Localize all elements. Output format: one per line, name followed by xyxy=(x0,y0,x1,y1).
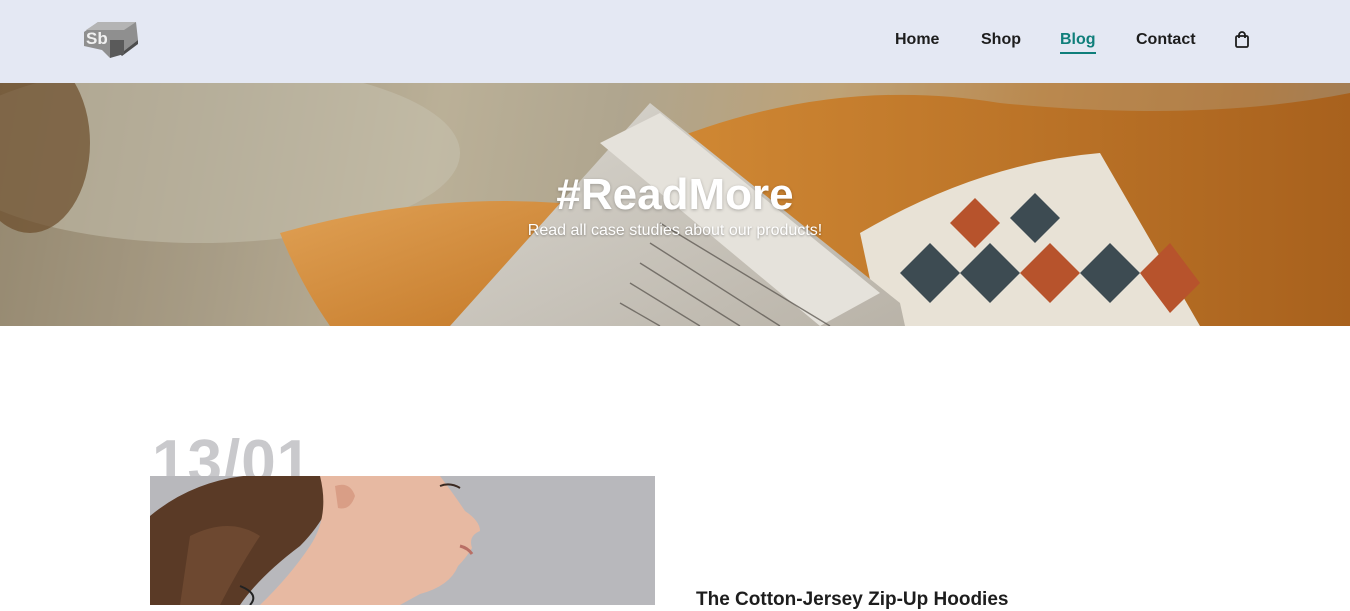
nav-blog-label: Blog xyxy=(1060,31,1096,48)
hero-title: #ReadMore xyxy=(556,170,794,219)
nav-contact[interactable]: Contact xyxy=(1136,31,1196,49)
nav-shop[interactable]: Shop xyxy=(981,31,1021,49)
post-photo xyxy=(150,476,655,605)
nav-home[interactable]: Home xyxy=(895,31,939,49)
post-title-link[interactable]: The Cotton-Jersey Zip-Up Hoodies xyxy=(696,589,1008,611)
nav-active-underline xyxy=(1060,52,1096,54)
post-image[interactable] xyxy=(150,476,655,605)
hero-banner: #ReadMore Read all case studies about ou… xyxy=(0,83,1350,326)
site-header: Sb Home Shop Blog Contact xyxy=(0,0,1350,83)
main-nav: Home Shop Blog Contact xyxy=(0,0,1350,83)
shopping-bag-icon[interactable] xyxy=(1234,31,1250,49)
hero-subtitle: Read all case studies about our products… xyxy=(527,222,823,239)
nav-blog[interactable]: Blog xyxy=(1060,31,1096,54)
